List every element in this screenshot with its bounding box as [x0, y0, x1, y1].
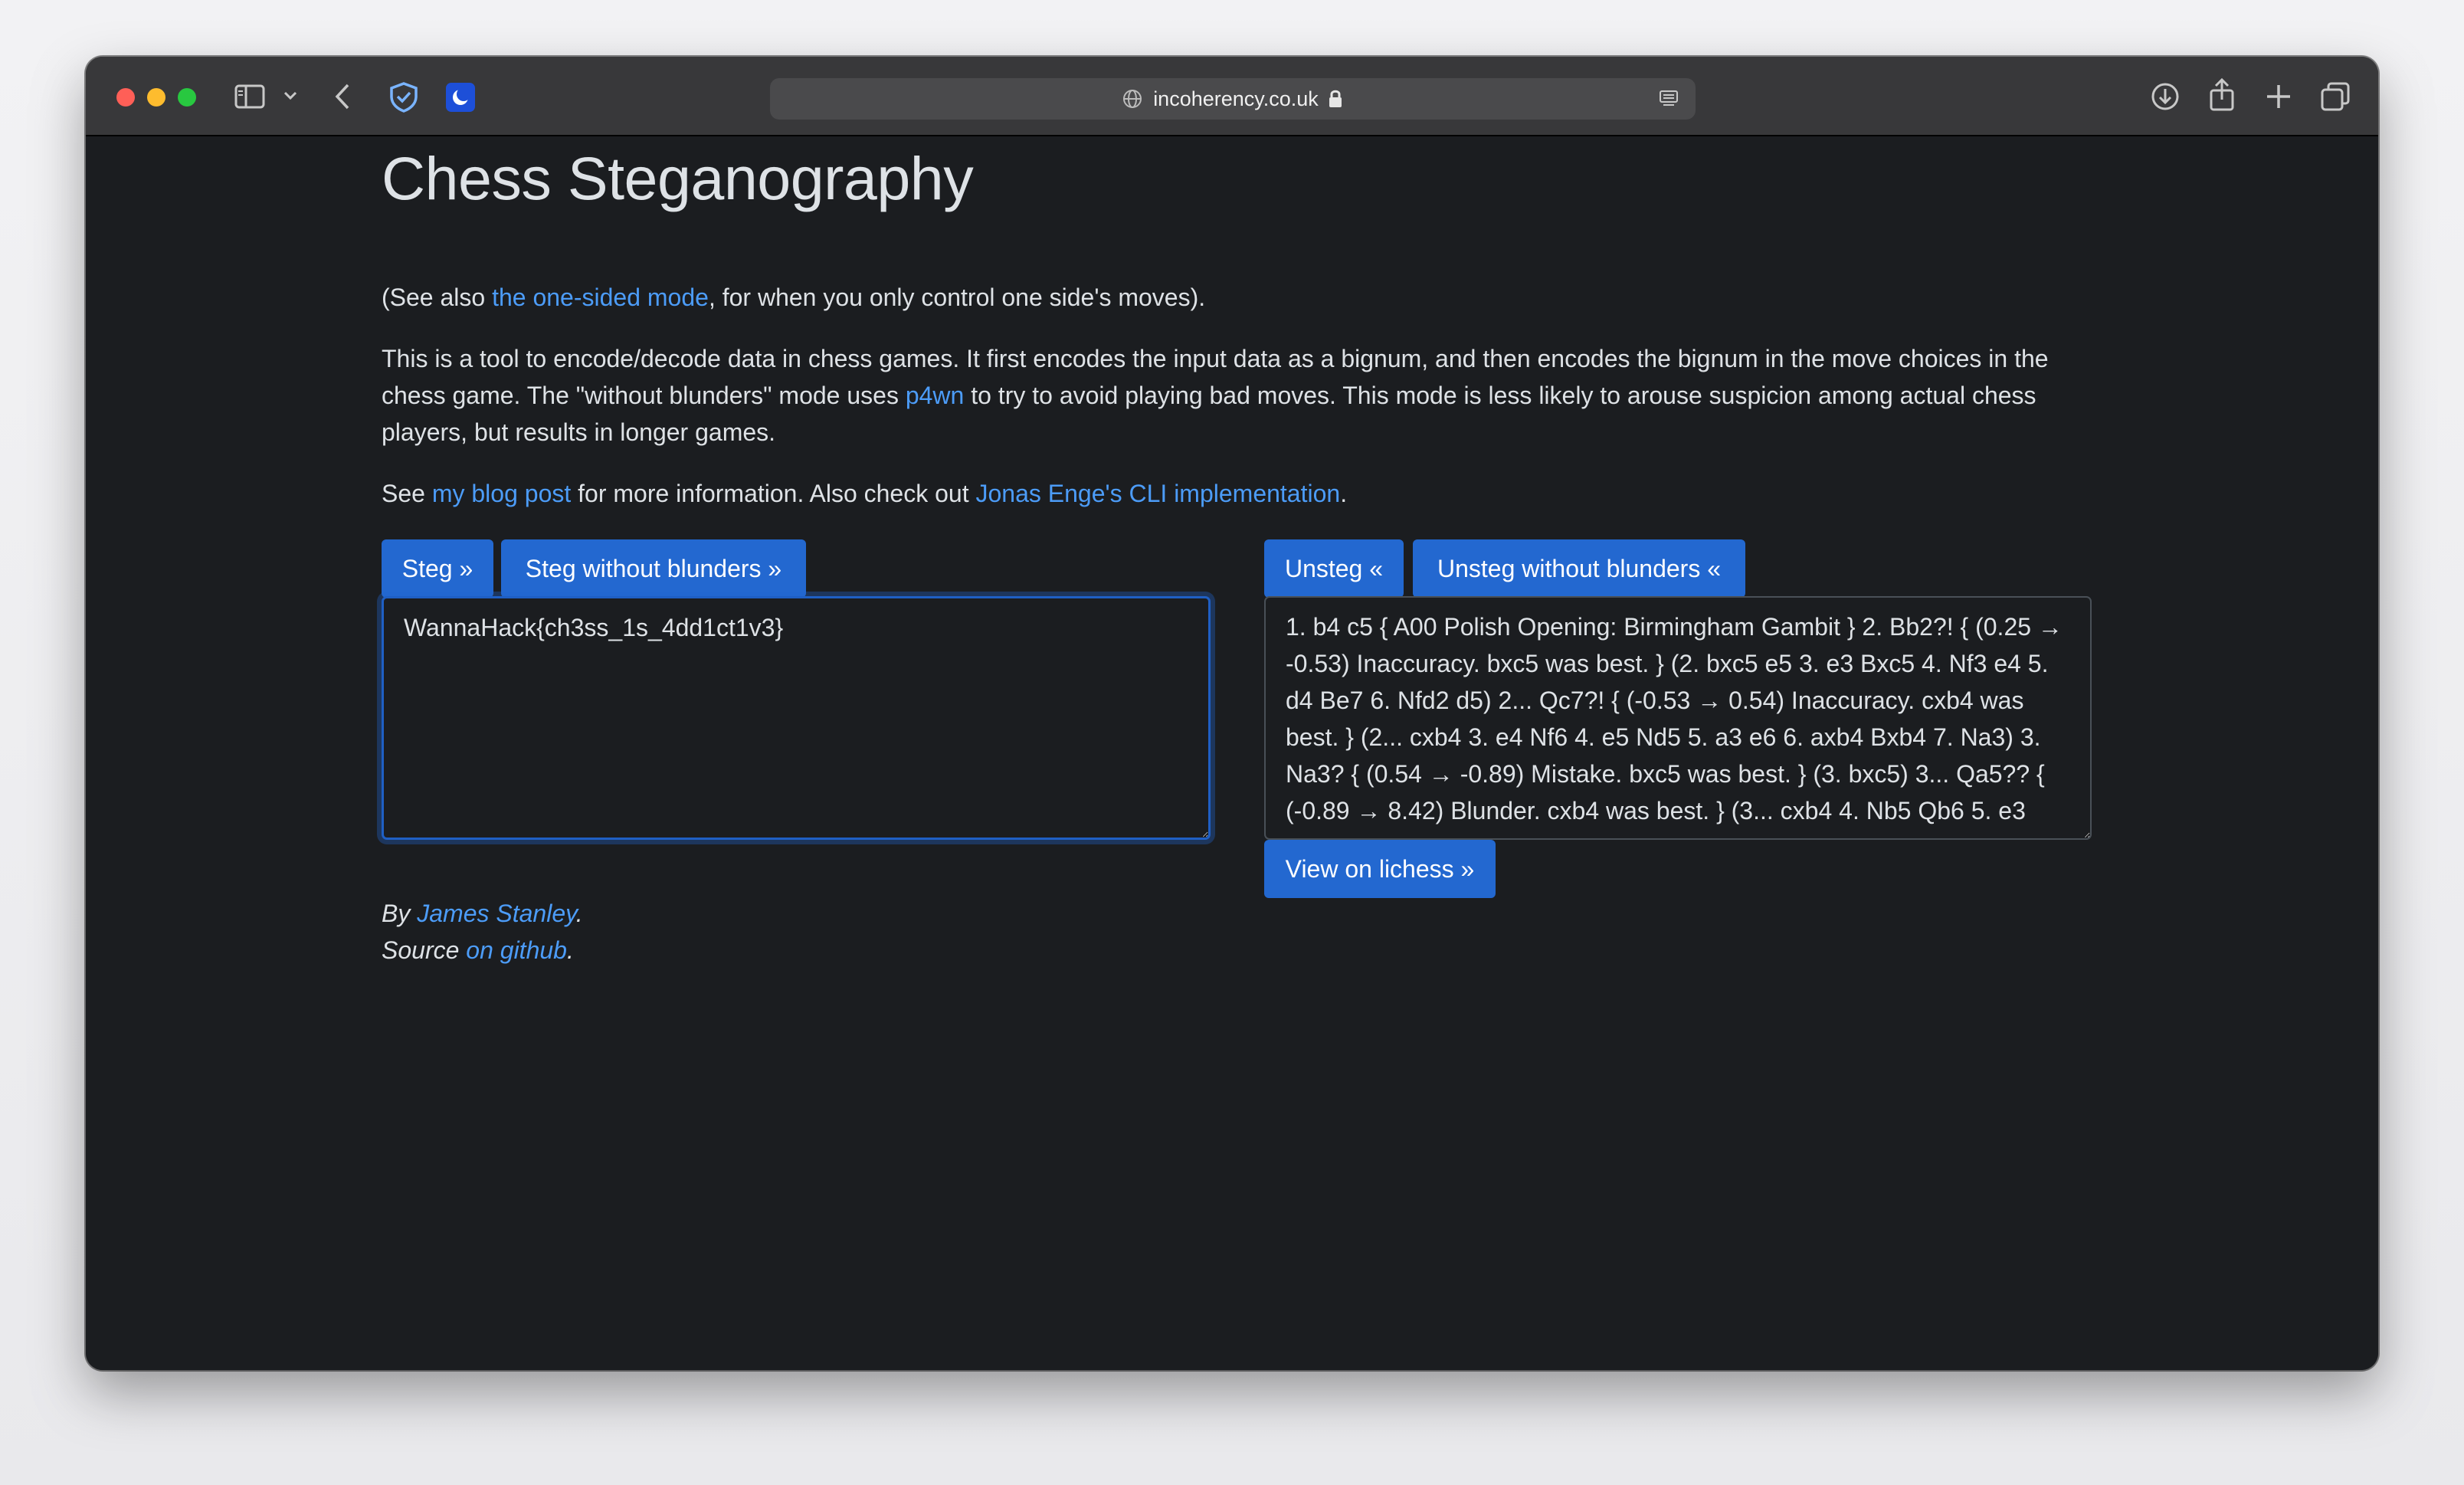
source-suffix: . [566, 936, 574, 964]
source-prefix: Source [382, 936, 467, 964]
description-paragraph: This is a tool to encode/decode data in … [382, 340, 2084, 451]
view-on-lichess-button[interactable]: View on lichess » [1264, 840, 1496, 898]
chevron-down-icon[interactable] [283, 90, 297, 101]
footer: By James Stanley. Source on github. [382, 895, 583, 969]
output-textarea[interactable]: 1. b4 c5 { A00 Polish Opening: Birmingha… [1264, 596, 2092, 840]
night-mode-extension-icon[interactable] [446, 83, 475, 112]
new-tab-icon[interactable] [2265, 83, 2292, 110]
reader-mode-icon[interactable] [1659, 89, 1679, 113]
minimize-window-button[interactable] [147, 88, 165, 107]
page-content: Chess Steganography (See also the one-si… [86, 136, 2378, 1370]
one-sided-mode-link[interactable]: the one-sided mode [492, 284, 709, 311]
privacy-shield-icon[interactable] [388, 81, 420, 113]
author-prefix: By [382, 900, 418, 927]
zoom-window-button[interactable] [178, 88, 196, 107]
back-icon[interactable] [334, 83, 351, 110]
downloads-icon[interactable] [2150, 81, 2181, 112]
see-also-prefix: (See also [382, 284, 493, 311]
author-link[interactable]: James Stanley [417, 900, 576, 927]
github-link[interactable]: on github [466, 936, 567, 964]
globe-icon [1122, 89, 1142, 109]
info-paragraph: See my blog post for more information. A… [382, 475, 2084, 512]
url-text: incoherency.co.uk [1153, 87, 1319, 110]
input-textarea[interactable]: WannaHack{ch3ss_1s_4dd1ct1v3} [382, 596, 1211, 840]
unsteg-without-blunders-button[interactable]: Unsteg without blunders « [1413, 539, 1745, 598]
cli-implementation-link[interactable]: Jonas Enge's CLI implementation [975, 480, 1340, 507]
steg-button[interactable]: Steg » [382, 539, 493, 598]
browser-toolbar: incoherency.co.uk [86, 57, 2378, 136]
sidebar-icon[interactable] [234, 84, 265, 109]
unsteg-button[interactable]: Unsteg « [1264, 539, 1404, 598]
author-line: By James Stanley. [382, 895, 583, 932]
tab-overview-icon[interactable] [2320, 81, 2351, 112]
info-prefix: See [382, 480, 432, 507]
info-suffix: . [1340, 480, 1348, 507]
address-bar[interactable]: incoherency.co.uk [770, 78, 1696, 120]
blog-post-link[interactable]: my blog post [432, 480, 571, 507]
info-middle: for more information. Also check out [571, 480, 976, 507]
close-window-button[interactable] [116, 88, 135, 107]
browser-window: incoherency.co.uk Chess Steganography (S… [86, 57, 2378, 1370]
see-also-paragraph: (See also the one-sided mode, for when y… [382, 279, 2084, 316]
author-suffix: . [575, 900, 583, 927]
share-icon[interactable] [2208, 78, 2236, 112]
see-also-suffix: , for when you only control one side's m… [708, 284, 1206, 311]
lock-icon [1328, 89, 1343, 109]
steg-without-blunders-button[interactable]: Steg without blunders » [501, 539, 806, 598]
page-title: Chess Steganography [382, 144, 974, 212]
source-line: Source on github. [382, 932, 583, 969]
p4wn-link[interactable]: p4wn [906, 382, 965, 409]
